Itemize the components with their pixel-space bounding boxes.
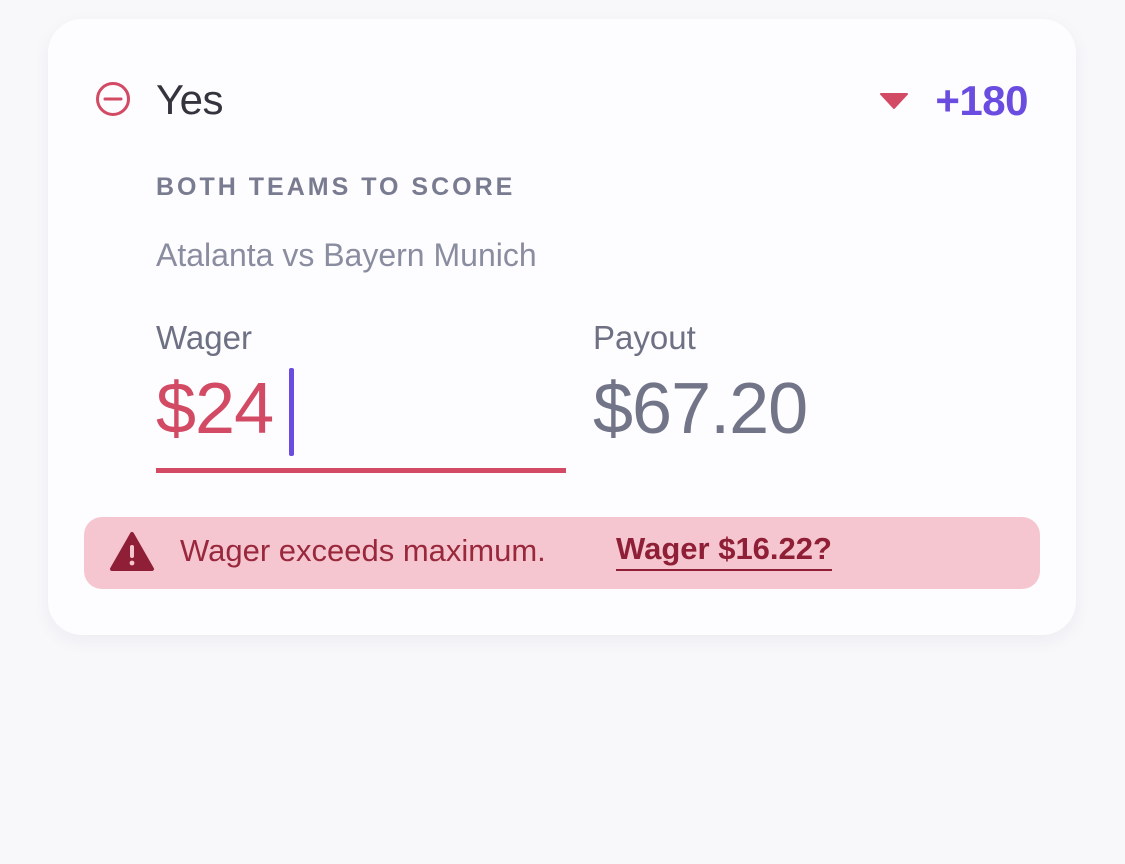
event-name: Atalanta vs Bayern Munich [156,237,537,273]
odds-group: +180 [879,77,1028,125]
odds-value: +180 [935,77,1028,124]
suggested-wager-link[interactable]: Wager $16.22? [616,531,832,571]
wager-input[interactable]: $24 [156,364,566,473]
wager-label: Wager [156,319,252,356]
text-caret [289,368,294,456]
wager-value: $24 [156,369,274,449]
warning-triangle-icon [110,532,154,571]
caret-down-icon [880,93,909,109]
payout-value: $67.20 [593,369,808,449]
remove-selection-icon[interactable] [95,81,131,117]
market-name: BOTH TEAMS TO SCORE [156,173,516,201]
bet-slip-card: Yes +180 BOTH TEAMS TO SCORE Atalanta vs… [48,19,1076,635]
payout-label: Payout [593,319,696,356]
alert-message: Wager exceeds maximum. [180,533,546,568]
selection-name: Yes [156,76,224,123]
max-wager-alert: Wager exceeds maximum. Wager $16.22? [84,517,1040,589]
